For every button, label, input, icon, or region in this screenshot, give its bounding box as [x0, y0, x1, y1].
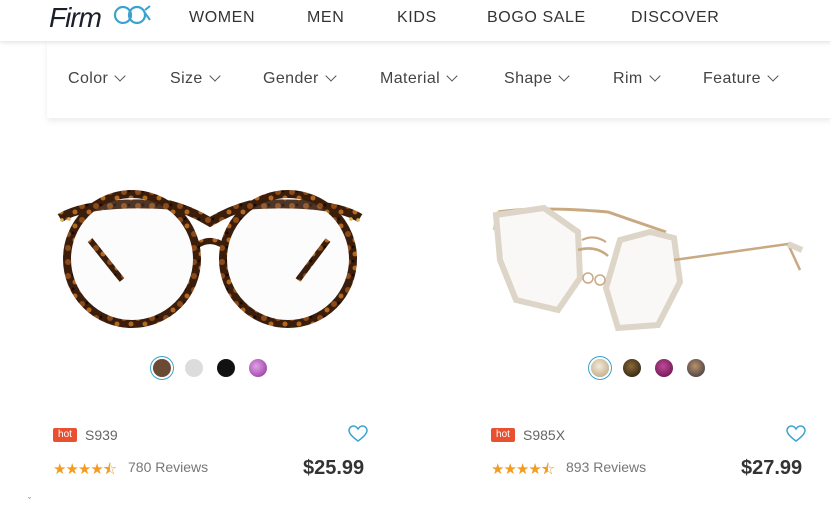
filter-label: Color — [68, 70, 109, 87]
filter-label: Rim — [613, 70, 643, 87]
chevron-down-icon — [209, 70, 221, 82]
rating-stars: ★★★★⯪ — [53, 461, 117, 478]
color-swatch-3[interactable] — [655, 359, 673, 377]
filter-shape[interactable]: Shape — [504, 70, 570, 88]
product-sku[interactable]: S939 — [85, 427, 118, 443]
filter-label: Shape — [504, 70, 553, 87]
filter-gender[interactable]: Gender — [263, 70, 337, 88]
hot-badge: hot — [491, 428, 515, 442]
filter-color[interactable]: Color — [68, 70, 126, 88]
color-swatch-2[interactable] — [185, 359, 203, 377]
product-image-tortoise-glasses[interactable] — [50, 160, 370, 330]
chevron-down-icon — [114, 70, 126, 82]
top-navigation: Firm WOMEN MEN KIDS BOGO SALE DISCOVER — [0, 0, 831, 41]
product-price: $25.99 — [303, 457, 365, 479]
heart-icon[interactable] — [348, 425, 368, 443]
filter-size[interactable]: Size — [170, 70, 221, 88]
color-swatch-1[interactable] — [591, 359, 609, 377]
color-swatch-3[interactable] — [217, 359, 235, 377]
filter-material[interactable]: Material — [380, 70, 458, 88]
filter-label: Size — [170, 70, 203, 87]
filter-label: Gender — [263, 70, 319, 87]
color-swatch-4[interactable] — [249, 359, 267, 377]
review-count[interactable]: 893 Reviews — [566, 459, 646, 475]
filter-rim[interactable]: Rim — [613, 70, 661, 88]
nav-women[interactable]: WOMEN — [189, 9, 255, 27]
brand-logo[interactable]: Firm — [49, 2, 151, 34]
nav-discover[interactable]: DISCOVER — [631, 9, 719, 27]
chevron-down-icon — [558, 70, 570, 82]
nav-men[interactable]: MEN — [307, 9, 344, 27]
product-image-clear-glasses[interactable] — [488, 160, 808, 340]
filter-bar: Color Size Gender Material Shape Rim Fea… — [47, 41, 831, 118]
chevron-down-icon — [648, 70, 661, 82]
nav-bogo-sale[interactable]: BOGO SALE — [487, 9, 586, 27]
chevron-down-icon — [325, 70, 337, 82]
filter-label: Feature — [703, 70, 761, 87]
logo-glasses-icon — [113, 5, 151, 25]
nav-kids[interactable]: KIDS — [397, 9, 437, 27]
filter-feature[interactable]: Feature — [703, 70, 779, 88]
color-swatch-2[interactable] — [623, 359, 641, 377]
product-sku[interactable]: S985X — [523, 427, 565, 443]
filter-label: Material — [380, 70, 441, 87]
color-swatch-1[interactable] — [153, 359, 171, 377]
scroll-caret-icon: ˇ — [28, 496, 31, 506]
chevron-down-icon — [446, 70, 458, 82]
product-price: $27.99 — [741, 457, 803, 479]
heart-icon[interactable] — [786, 425, 806, 443]
review-count[interactable]: 780 Reviews — [128, 459, 208, 475]
chevron-down-icon — [767, 70, 779, 82]
logo-text: Firm — [49, 2, 102, 33]
rating-stars: ★★★★⯪ — [491, 461, 555, 478]
hot-badge: hot — [53, 428, 77, 442]
color-swatch-4[interactable] — [687, 359, 705, 377]
